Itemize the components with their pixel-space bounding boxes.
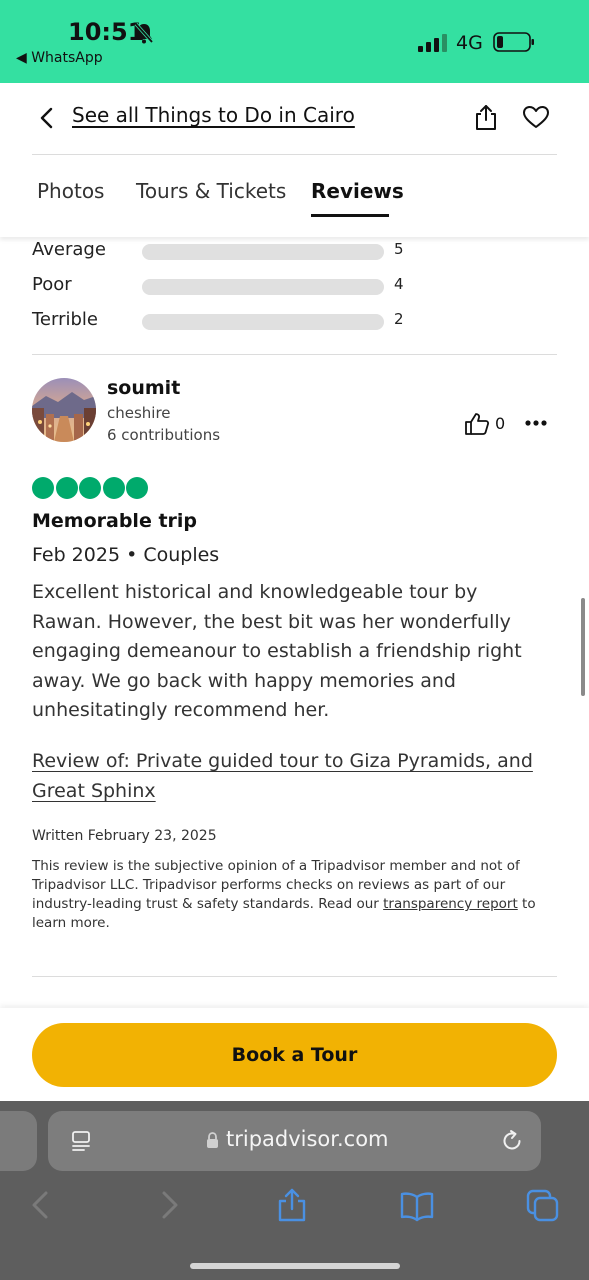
rating-bubble xyxy=(55,477,78,499)
rating-label: Poor xyxy=(32,274,72,295)
network-type: 4G xyxy=(456,32,483,54)
share-icon[interactable] xyxy=(473,103,499,131)
url-text: tripadvisor.com xyxy=(226,1127,389,1151)
home-indicator[interactable] xyxy=(190,1263,400,1269)
review-written-date: Written February 23, 2025 xyxy=(32,828,217,844)
tabs-icon[interactable] xyxy=(526,1187,560,1223)
rating-label: Average xyxy=(32,239,106,260)
reviewer-name[interactable]: soumit xyxy=(107,377,180,399)
book-a-tour-button[interactable]: Book a Tour xyxy=(32,1023,557,1087)
tab-photos[interactable]: Photos xyxy=(37,179,104,203)
review-of-link[interactable]: Review of: Private guided tour to Giza P… xyxy=(32,747,557,806)
helpful-vote-count: 0 xyxy=(495,414,506,433)
rating-bubble xyxy=(126,477,148,499)
back-to-app-link[interactable]: ◀ WhatsApp xyxy=(16,50,103,66)
rating-count: 2 xyxy=(394,310,404,328)
rating-bubble xyxy=(102,477,125,499)
status-bar: 10:51 ◀ WhatsApp 4G xyxy=(0,0,589,83)
rating-label: Terrible xyxy=(32,309,98,330)
reader-icon[interactable] xyxy=(70,1130,92,1152)
rating-bar xyxy=(142,244,384,260)
browser-toolbar: tripadvisor.com xyxy=(0,1101,589,1280)
review-meta: Feb 2025 • Couples xyxy=(32,544,220,566)
section-divider xyxy=(32,976,557,977)
chevron-left-icon[interactable] xyxy=(36,107,58,129)
rating-bar xyxy=(142,279,384,295)
transparency-report-link[interactable]: transparency report xyxy=(383,896,518,912)
rating-row-poor[interactable]: Poor 4 xyxy=(32,274,432,298)
rating-bubble xyxy=(79,477,101,499)
avatar[interactable] xyxy=(32,378,96,442)
signal-icon xyxy=(418,34,447,52)
reviewer-location: cheshire xyxy=(107,404,171,422)
reviewer-contributions: 6 contributions xyxy=(107,426,221,444)
rating-count: 5 xyxy=(394,240,404,258)
back-icon[interactable] xyxy=(24,1187,58,1223)
thumbs-up-icon[interactable] xyxy=(464,412,490,436)
header-divider xyxy=(32,154,557,155)
tab-reviews[interactable]: Reviews xyxy=(311,179,404,203)
battery-icon xyxy=(493,32,534,52)
active-tab-indicator xyxy=(311,214,389,217)
status-time: 10:51 xyxy=(68,18,145,46)
review-title: Memorable trip xyxy=(32,510,198,532)
share-icon[interactable] xyxy=(275,1187,309,1223)
rating-row-average[interactable]: Average 5 xyxy=(32,239,432,263)
rating-bubble xyxy=(32,477,54,499)
bookmarks-icon[interactable] xyxy=(400,1187,434,1223)
review-disclaimer: This review is the subjective opinion of… xyxy=(32,857,557,933)
bubble-rating xyxy=(32,477,148,499)
booking-bar: Book a Tour xyxy=(0,1008,589,1102)
avatar-image xyxy=(32,378,96,442)
forward-icon[interactable] xyxy=(152,1187,186,1223)
rating-count: 4 xyxy=(394,275,404,293)
lock-icon xyxy=(207,1132,218,1148)
rating-bar xyxy=(142,314,384,330)
heart-icon[interactable] xyxy=(522,105,550,129)
bell-slash-icon xyxy=(134,22,154,44)
more-icon[interactable] xyxy=(524,419,548,427)
scroll-indicator[interactable] xyxy=(581,598,585,696)
section-divider xyxy=(32,354,557,355)
see-all-things-link[interactable]: See all Things to Do in Cairo xyxy=(72,103,355,127)
page-header: See all Things to Do in Cairo Photos Tou… xyxy=(0,83,589,237)
review-body: Excellent historical and knowledgeable t… xyxy=(32,581,522,721)
previous-tab-preview[interactable] xyxy=(0,1111,37,1171)
address-bar[interactable]: tripadvisor.com xyxy=(48,1111,541,1171)
reload-icon[interactable] xyxy=(500,1129,524,1153)
tab-tours-tickets[interactable]: Tours & Tickets xyxy=(136,179,286,203)
rating-row-terrible[interactable]: Terrible 2 xyxy=(32,309,432,333)
